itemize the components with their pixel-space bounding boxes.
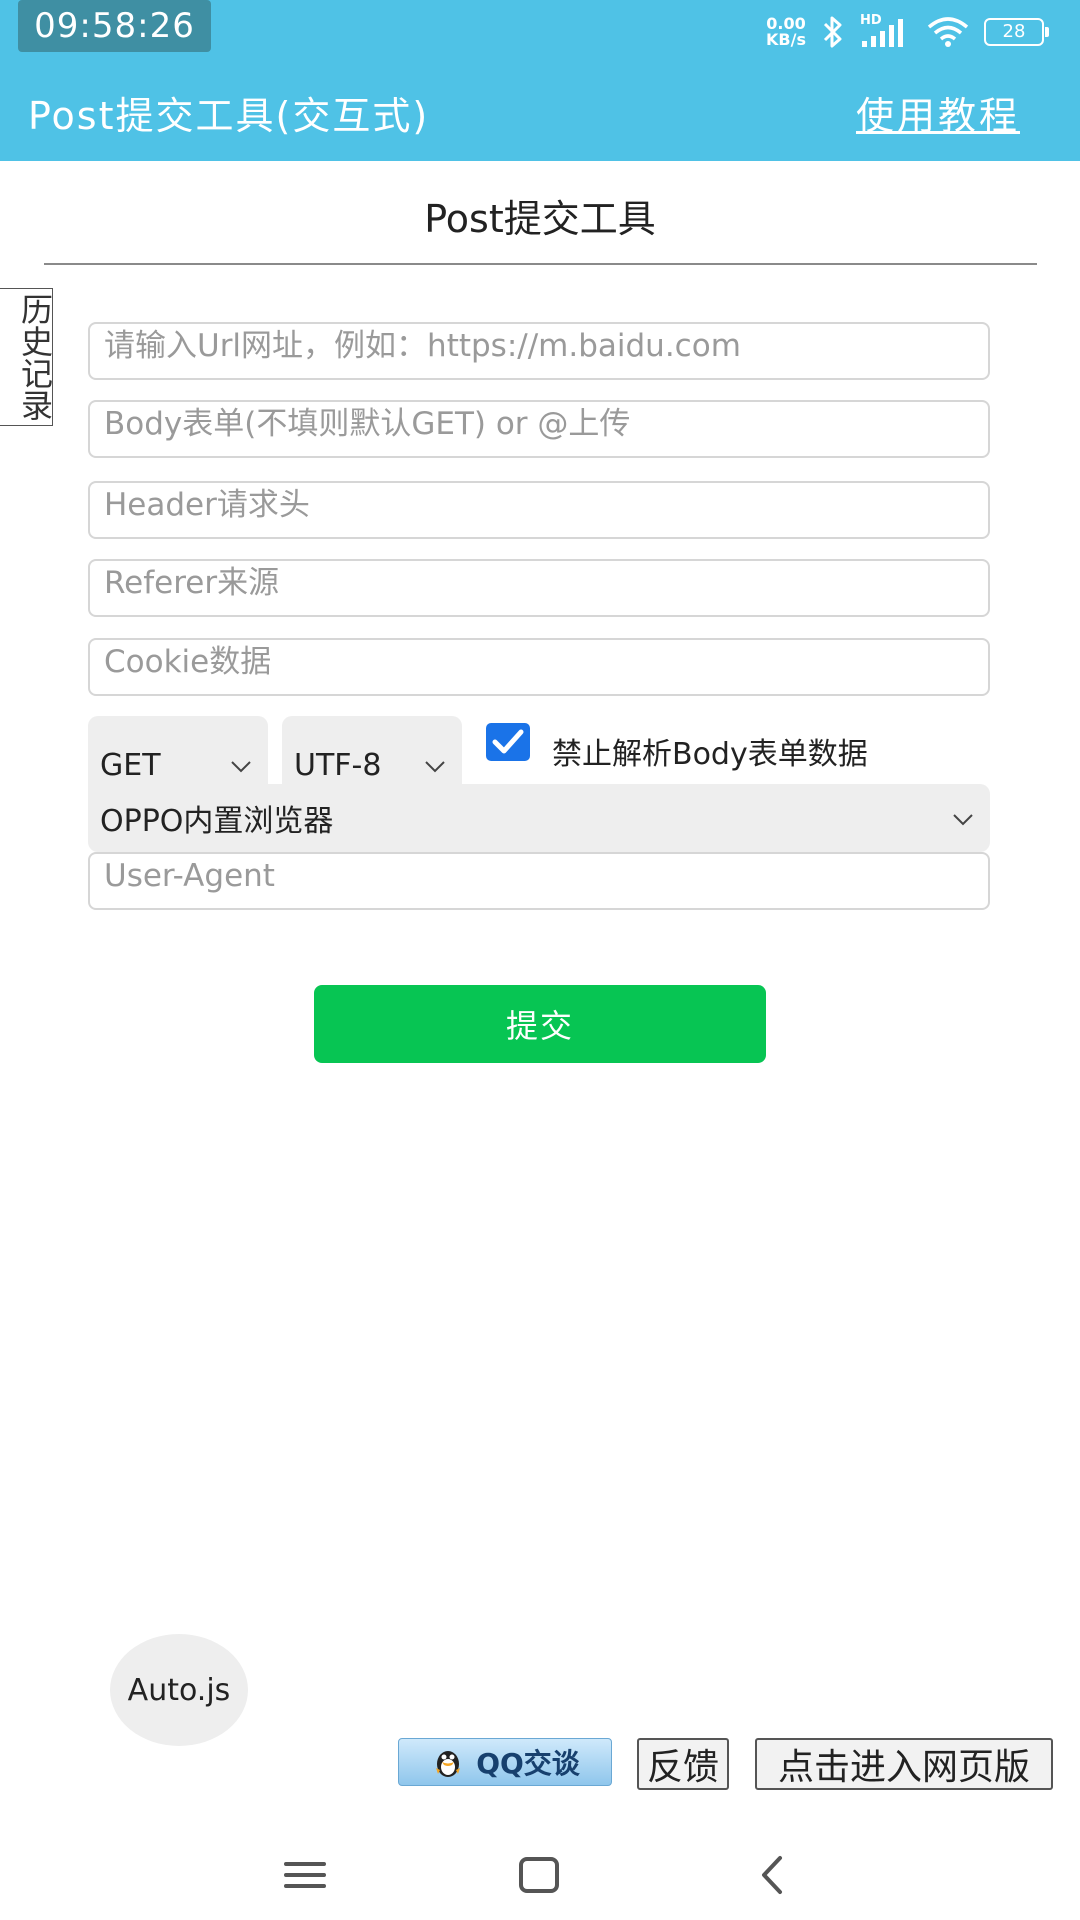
referer-input[interactable] [90, 561, 988, 615]
charset-select-value: UTF-8 [294, 747, 382, 783]
disable-parse-checkbox[interactable] [486, 723, 530, 761]
battery-indicator: 28 [984, 18, 1049, 46]
chevron-down-icon [231, 761, 251, 773]
autojs-floating-button[interactable]: Auto.js [110, 1634, 248, 1746]
back-icon[interactable] [748, 1850, 798, 1900]
status-time: 09:58:26 [18, 0, 211, 52]
qq-chat-label: QQ交谈 [476, 1747, 580, 1780]
browser-select-value: OPPO内置浏览器 [100, 804, 334, 839]
cookie-field[interactable] [88, 638, 990, 696]
chevron-down-icon [425, 761, 445, 773]
method-select-value: GET [100, 747, 161, 783]
user-agent-field[interactable] [88, 852, 990, 910]
bluetooth-icon [823, 16, 842, 48]
submit-button[interactable]: 提交 [314, 985, 766, 1063]
check-icon [492, 729, 524, 754]
user-agent-input[interactable] [90, 854, 988, 908]
network-speed: 0.00 KB/s [766, 16, 806, 48]
browser-select[interactable]: OPPO内置浏览器 [88, 784, 990, 852]
network-speed-unit: KB/s [766, 30, 806, 49]
qq-penguin-icon [436, 1751, 461, 1777]
qq-chat-button[interactable]: QQ交谈 [398, 1738, 612, 1786]
feedback-button[interactable]: 反馈 [637, 1738, 729, 1790]
cookie-input[interactable] [90, 640, 988, 694]
header-input[interactable] [90, 483, 988, 537]
chevron-down-icon [953, 814, 973, 826]
signal-icon: HD [860, 13, 912, 49]
body-input[interactable] [90, 402, 988, 456]
system-nav-bar [0, 1830, 1080, 1920]
url-field[interactable] [88, 322, 990, 380]
web-version-button[interactable]: 点击进入网页版 [755, 1738, 1053, 1790]
status-icons: 0.00 KB/s HD 28 [766, 12, 1049, 52]
header-field[interactable] [88, 481, 990, 539]
referer-field[interactable] [88, 559, 990, 617]
app-bar: 09:58:26 0.00 KB/s HD 28 Post提交工具(交互式) 使… [0, 0, 1080, 161]
wifi-icon [927, 17, 969, 47]
history-tab[interactable]: 历史记录 [0, 288, 54, 426]
app-title: Post提交工具(交互式) [28, 94, 430, 138]
body-field[interactable] [88, 400, 990, 458]
title-divider [44, 263, 1037, 265]
home-icon[interactable] [514, 1850, 564, 1900]
menu-icon[interactable] [280, 1850, 330, 1900]
tutorial-link[interactable]: 使用教程 [856, 85, 1020, 140]
url-input[interactable] [90, 324, 988, 378]
page-title: Post提交工具 [424, 197, 656, 241]
disable-parse-label: 禁止解析Body表单数据 [552, 737, 868, 772]
